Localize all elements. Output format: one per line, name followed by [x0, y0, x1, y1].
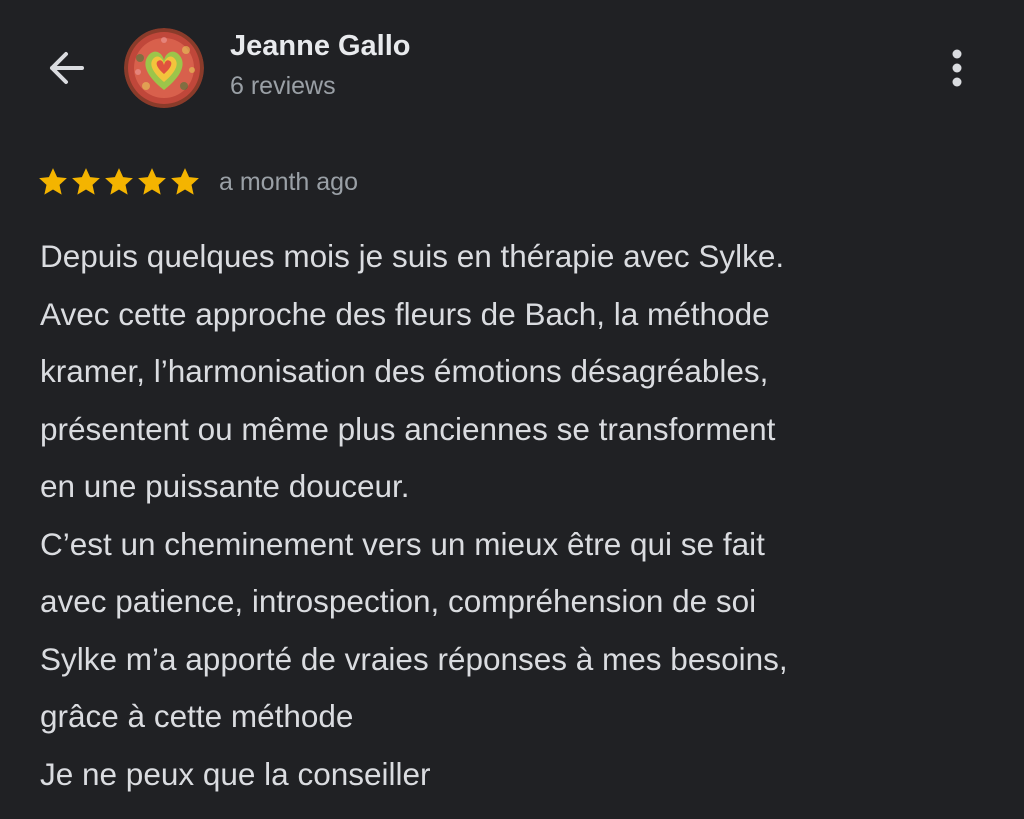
rating-row: a month ago	[36, 160, 358, 204]
review-text-line: présentent ou même plus anciennes se tra…	[40, 410, 776, 447]
review-text-line: avec patience, introspection, compréhens…	[40, 583, 757, 619]
review-header: Jeanne Gallo 6 reviews	[0, 0, 1024, 130]
review-text-line: kramer, l’harmonisation des émotions dés…	[40, 353, 769, 389]
review-text-line: grâce à cette méthode	[40, 698, 354, 734]
back-button[interactable]	[38, 42, 94, 94]
more-vert-icon	[952, 49, 962, 87]
more-options-button[interactable]	[932, 40, 982, 96]
review-date: a month ago	[219, 167, 358, 196]
star-icon	[138, 168, 166, 195]
review-text: Depuis quelques mois je suis en thérapie…	[40, 228, 1000, 803]
reviewer-name[interactable]: Jeanne Gallo	[230, 30, 411, 63]
star-icon	[72, 168, 100, 195]
heart-avatar-icon	[124, 28, 204, 108]
review-text-line: C’est un cheminement vers un mieux être …	[40, 525, 765, 562]
review-text-line: Je ne peux que la conseiller	[40, 755, 431, 792]
star-rating	[36, 165, 201, 199]
review-text-line: en une puissante douceur.	[40, 468, 410, 504]
review-text-line: Depuis quelques mois je suis en thérapie…	[40, 238, 785, 274]
reviewer-avatar[interactable]	[124, 28, 204, 108]
star-icon	[171, 168, 199, 195]
arrow-back-icon	[50, 52, 84, 84]
star-icon	[105, 168, 133, 195]
review-text-line: Avec cette approche des fleurs de Bach, …	[40, 295, 770, 332]
reviews-count: 6 reviews	[230, 72, 336, 100]
star-icon	[39, 168, 67, 195]
review-text-line: Sylke m’a apporté de vraies réponses à m…	[40, 640, 788, 677]
